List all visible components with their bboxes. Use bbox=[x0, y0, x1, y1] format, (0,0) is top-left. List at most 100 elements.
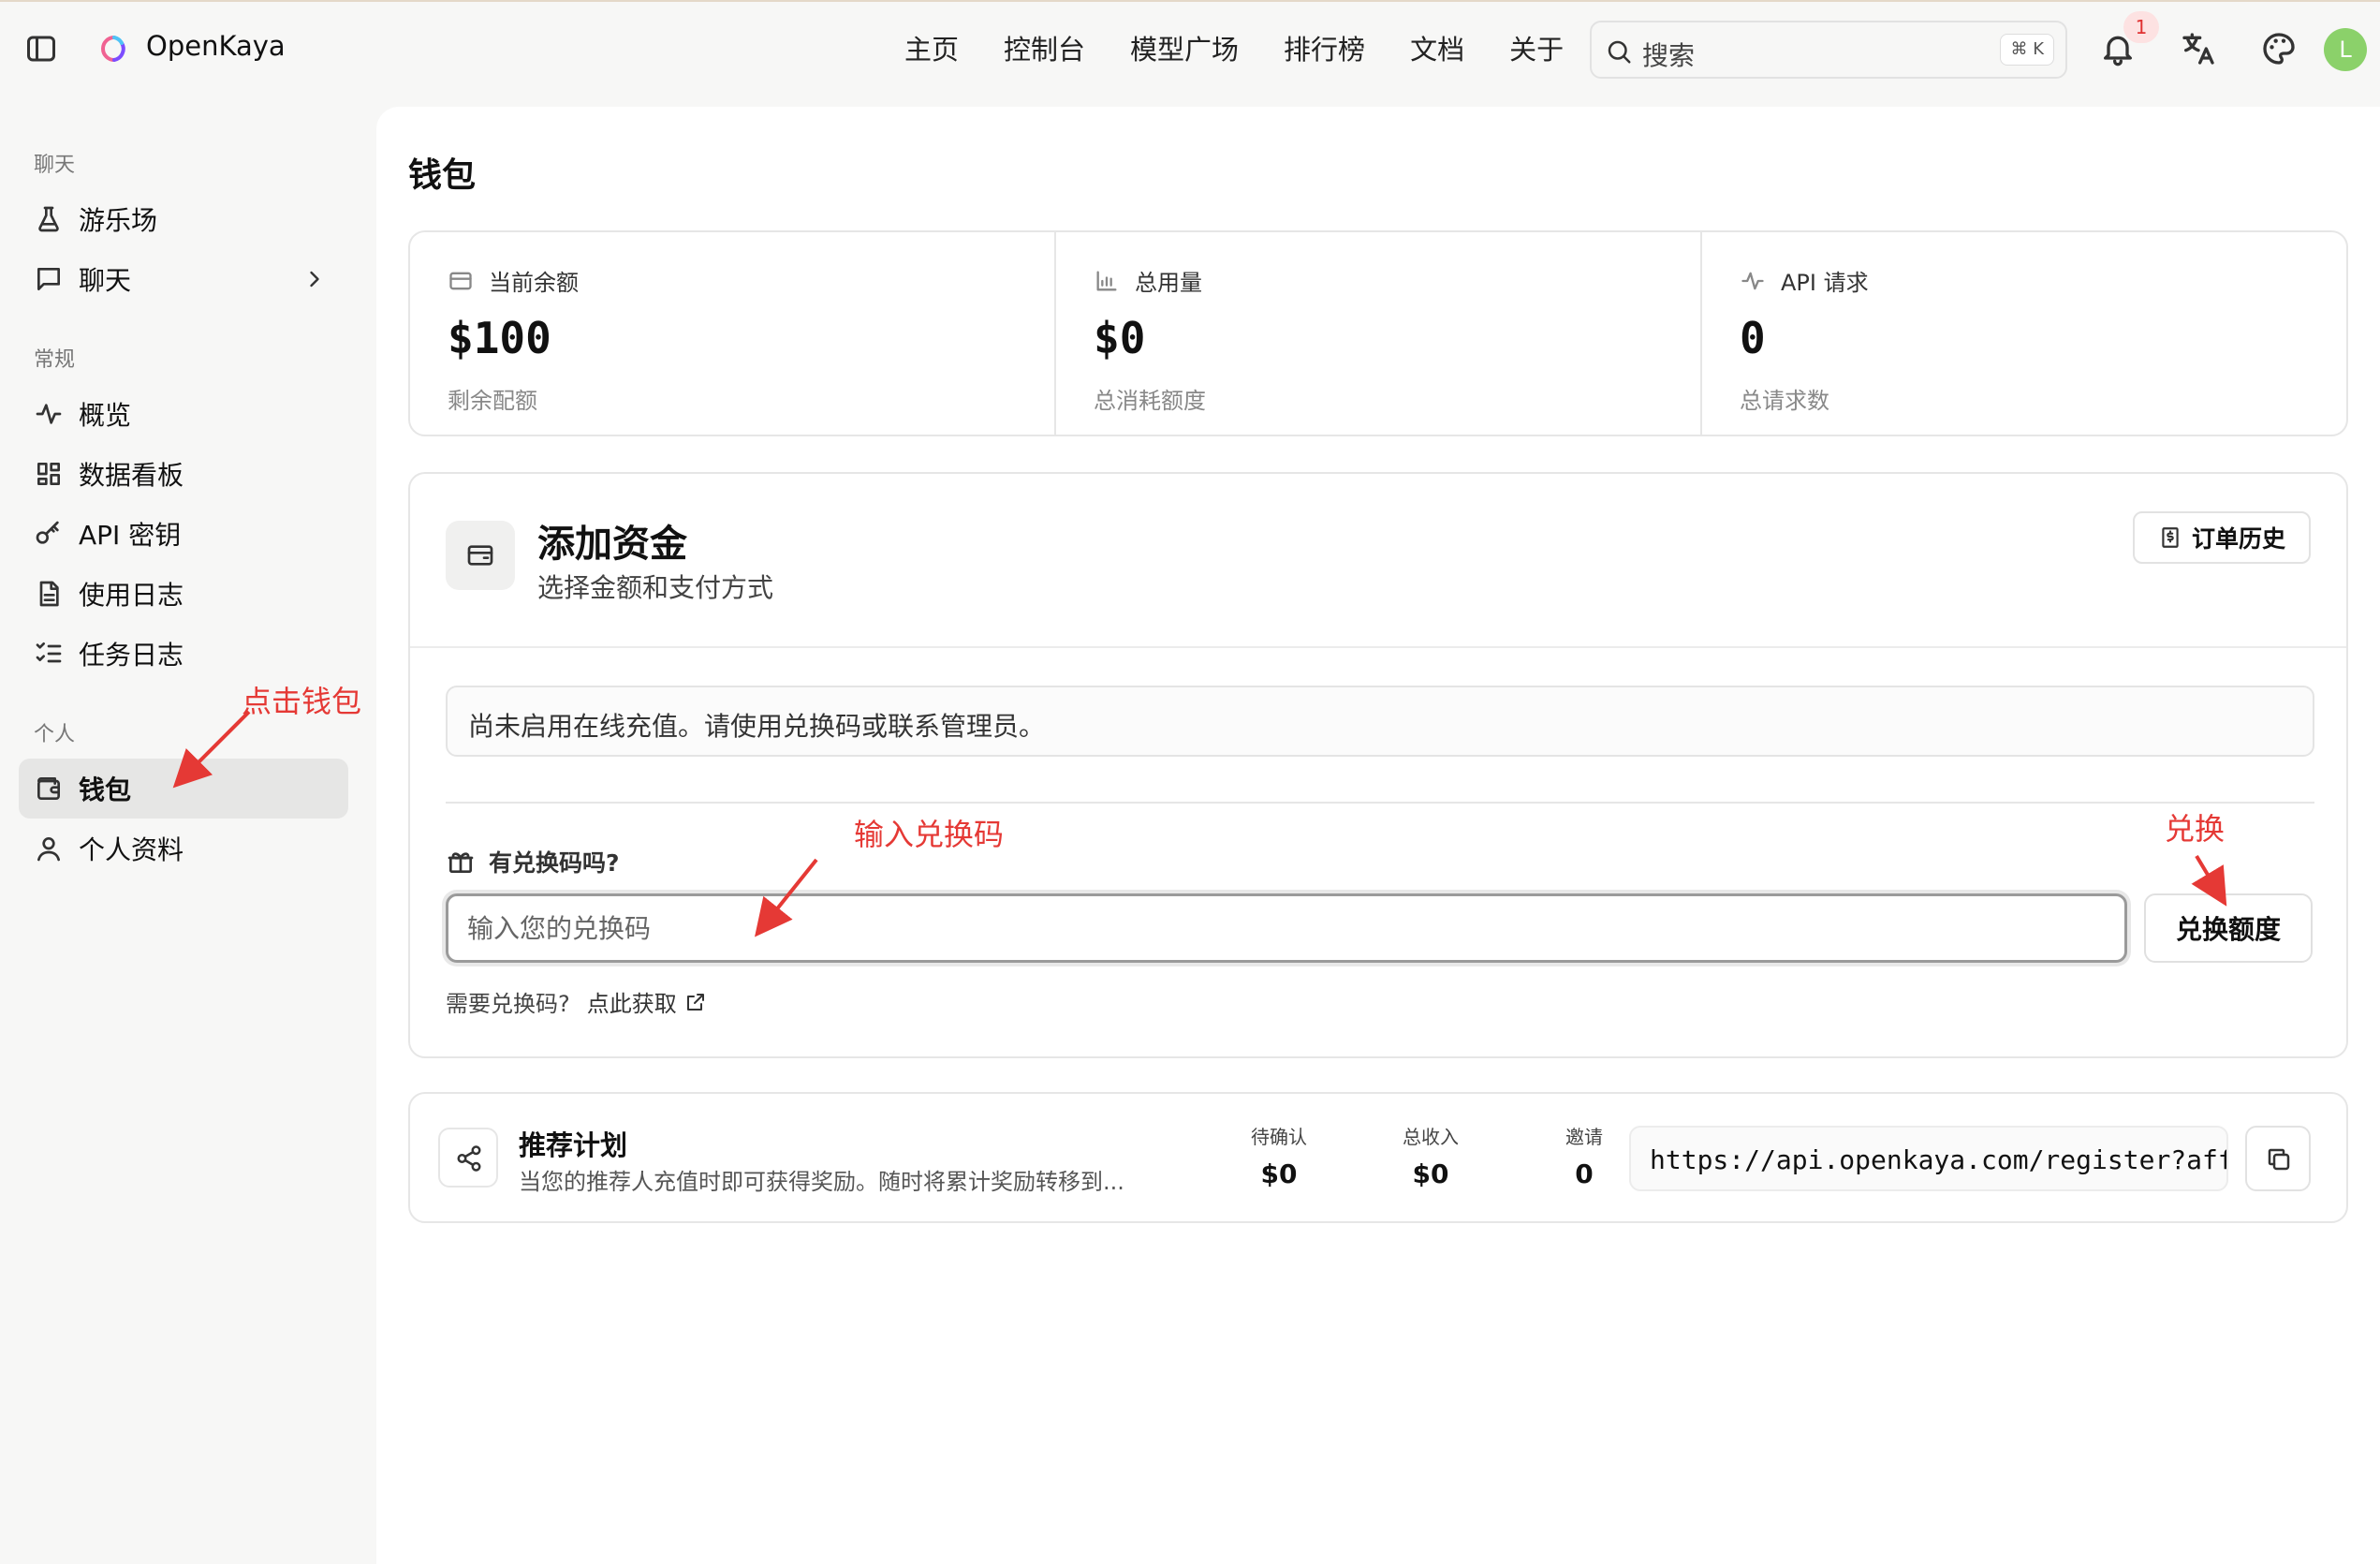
sidebar-item-overview[interactable]: 概览 bbox=[19, 384, 348, 444]
sidebar: 聊天 游乐场 聊天 常规 概览 数据看板 API 密钥 使用日志 任务日志 个人… bbox=[0, 94, 375, 1564]
referral-link-field[interactable]: https://api.openkaya.com/register?aff=..… bbox=[1629, 1126, 2228, 1191]
recharge-notice-text: 尚未启用在线充值。请使用兑换码或联系管理员。 bbox=[468, 711, 1046, 742]
nav-console[interactable]: 控制台 bbox=[1004, 28, 1085, 67]
referral-icon-box bbox=[438, 1128, 498, 1188]
sidebar-item-wallet[interactable]: 钱包 bbox=[19, 759, 348, 819]
palette-icon[interactable] bbox=[2260, 30, 2298, 67]
stat-sub: 总消耗额度 bbox=[1094, 388, 1206, 414]
sidebar-section-chat: 聊天 bbox=[34, 154, 76, 177]
user-icon bbox=[37, 837, 60, 862]
brand-logo-icon bbox=[97, 32, 131, 66]
sidebar-item-playground[interactable]: 游乐场 bbox=[19, 189, 348, 249]
referral-stat-pending: 待确认 $0 bbox=[1223, 1122, 1335, 1189]
sidebar-item-label: 个人资料 bbox=[79, 834, 184, 865]
nav-docs[interactable]: 文档 bbox=[1410, 28, 1464, 67]
stat-balance: 当前余额 $100 剩余配额 bbox=[410, 232, 1056, 435]
dashboard-grid-icon bbox=[37, 463, 60, 485]
referral-card: 推荐计划 当您的推荐人充值时即可获得奖励。随时将累计奖励转移到... 待确认 $… bbox=[408, 1092, 2348, 1223]
add-funds-header: 添加资金 选择金额和支付方式 订单历史 bbox=[410, 474, 2346, 648]
annotation-click-wallet: 点击钱包 bbox=[242, 684, 362, 719]
stats-card: 当前余额 $100 剩余配额 总用量 $0 总消耗额度 API 请求 0 总请求… bbox=[408, 230, 2348, 436]
gift-icon bbox=[448, 852, 474, 873]
referral-stat-total-income: 总收入 $0 bbox=[1374, 1122, 1487, 1189]
sidebar-toggle-icon[interactable] bbox=[24, 32, 58, 66]
redeem-button[interactable]: 兑换额度 bbox=[2144, 893, 2313, 963]
nav-leaderboard[interactable]: 排行榜 bbox=[1284, 28, 1365, 67]
add-funds-subtitle: 选择金额和支付方式 bbox=[537, 572, 774, 603]
redeem-code-input[interactable] bbox=[446, 893, 2127, 963]
funds-divider bbox=[446, 802, 2314, 804]
annotation-redeem: 兑换 bbox=[2165, 811, 2226, 847]
key-icon bbox=[36, 521, 59, 544]
top-bar: OpenKaya 主页 控制台 模型广场 排行榜 文档 关于 搜索 ⌘ K 1 … bbox=[0, 0, 2380, 94]
get-redeem-code-link-label: 点此获取 bbox=[586, 991, 677, 1017]
referral-stat-value: $0 bbox=[1260, 1158, 1298, 1189]
sidebar-item-chat[interactable]: 聊天 bbox=[19, 249, 348, 309]
flask-icon bbox=[38, 206, 59, 232]
stat-sub: 剩余配额 bbox=[448, 388, 537, 414]
order-history-label: 订单历史 bbox=[2191, 525, 2285, 553]
stat-api-requests: API 请求 0 总请求数 bbox=[1702, 232, 2346, 435]
annotation-enter-code: 输入兑换码 bbox=[854, 817, 1005, 852]
referral-stat-invites: 邀请 0 bbox=[1528, 1122, 1640, 1189]
page-title: 钱包 bbox=[408, 156, 477, 195]
sidebar-item-dashboard[interactable]: 数据看板 bbox=[19, 444, 348, 504]
nav-model-square[interactable]: 模型广场 bbox=[1130, 28, 1239, 67]
external-link-icon bbox=[686, 993, 704, 1011]
sidebar-item-label: 聊天 bbox=[79, 265, 132, 296]
redeem-help-row: 需要兑换码? 点此获取 bbox=[446, 985, 707, 1018]
add-funds-title: 添加资金 bbox=[537, 523, 687, 566]
stat-label: API 请求 bbox=[1781, 270, 1869, 296]
referral-stat-label: 邀请 bbox=[1565, 1126, 1603, 1148]
get-redeem-code-link[interactable]: 点此获取 bbox=[587, 985, 707, 1018]
activity-icon bbox=[36, 404, 62, 424]
referral-link-text: https://api.openkaya.com/register?aff=..… bbox=[1650, 1144, 2226, 1175]
sidebar-item-task-logs[interactable]: 任务日志 bbox=[19, 624, 348, 684]
sidebar-section-general: 常规 bbox=[34, 348, 76, 372]
wallet-icon bbox=[449, 272, 472, 290]
redeem-label: 有兑换码吗? bbox=[489, 849, 620, 877]
sidebar-item-label: 数据看板 bbox=[79, 460, 184, 491]
sidebar-item-label: 钱包 bbox=[79, 775, 132, 805]
stat-sub: 总请求数 bbox=[1740, 388, 1829, 414]
stat-value: $0 bbox=[1094, 313, 1146, 363]
sidebar-item-label: 概览 bbox=[79, 400, 132, 431]
brand-name[interactable]: OpenKaya bbox=[146, 30, 286, 62]
wallet-icon bbox=[467, 545, 493, 566]
top-nav: 主页 控制台 模型广场 排行榜 文档 关于 bbox=[904, 28, 1564, 67]
notification-badge: 1 bbox=[2123, 11, 2159, 43]
wallet-icon bbox=[37, 777, 60, 800]
redeem-help-text: 需要兑换码? bbox=[446, 991, 570, 1017]
stat-label: 当前余额 bbox=[489, 270, 579, 296]
copy-icon bbox=[2268, 1148, 2290, 1171]
add-funds-card: 添加资金 选择金额和支付方式 订单历史 尚未启用在线充值。请使用兑换码或联系管理… bbox=[408, 472, 2348, 1058]
nav-home[interactable]: 主页 bbox=[904, 28, 959, 67]
add-funds-icon-box bbox=[446, 521, 515, 590]
referral-stat-label: 待确认 bbox=[1251, 1126, 1307, 1148]
list-checks-icon bbox=[36, 642, 62, 663]
recharge-notice: 尚未启用在线充值。请使用兑换码或联系管理员。 bbox=[446, 686, 2314, 757]
sidebar-item-profile[interactable]: 个人资料 bbox=[19, 819, 348, 878]
sidebar-item-usage-logs[interactable]: 使用日志 bbox=[19, 564, 348, 624]
referral-title: 推荐计划 bbox=[519, 1129, 628, 1161]
redeem-label-row: 有兑换码吗? bbox=[446, 845, 620, 878]
order-history-button[interactable]: 订单历史 bbox=[2133, 511, 2311, 564]
file-text-icon bbox=[39, 581, 59, 607]
search-placeholder: 搜索 bbox=[1642, 40, 1696, 71]
main-panel: 钱包 当前余额 $100 剩余配额 总用量 $0 总消耗额度 API 请求 0 … bbox=[376, 107, 2380, 1564]
chevron-right-icon[interactable] bbox=[301, 266, 328, 292]
search-icon bbox=[1605, 37, 1633, 66]
avatar[interactable]: L bbox=[2324, 28, 2367, 71]
stat-label: 总用量 bbox=[1135, 270, 1202, 296]
sidebar-item-api-keys[interactable]: API 密钥 bbox=[19, 504, 348, 564]
referral-stat-label: 总收入 bbox=[1403, 1126, 1459, 1148]
translate-icon[interactable] bbox=[2180, 30, 2217, 67]
nav-about[interactable]: 关于 bbox=[1509, 28, 1564, 67]
search-input[interactable]: 搜索 ⌘ K bbox=[1590, 21, 2067, 79]
bar-chart-icon bbox=[1096, 271, 1117, 291]
sidebar-section-personal: 个人 bbox=[34, 723, 76, 746]
copy-link-button[interactable] bbox=[2245, 1126, 2311, 1191]
sidebar-item-label: API 密钥 bbox=[79, 520, 182, 551]
stat-value: 0 bbox=[1740, 313, 1766, 363]
activity-icon bbox=[1741, 272, 1764, 290]
